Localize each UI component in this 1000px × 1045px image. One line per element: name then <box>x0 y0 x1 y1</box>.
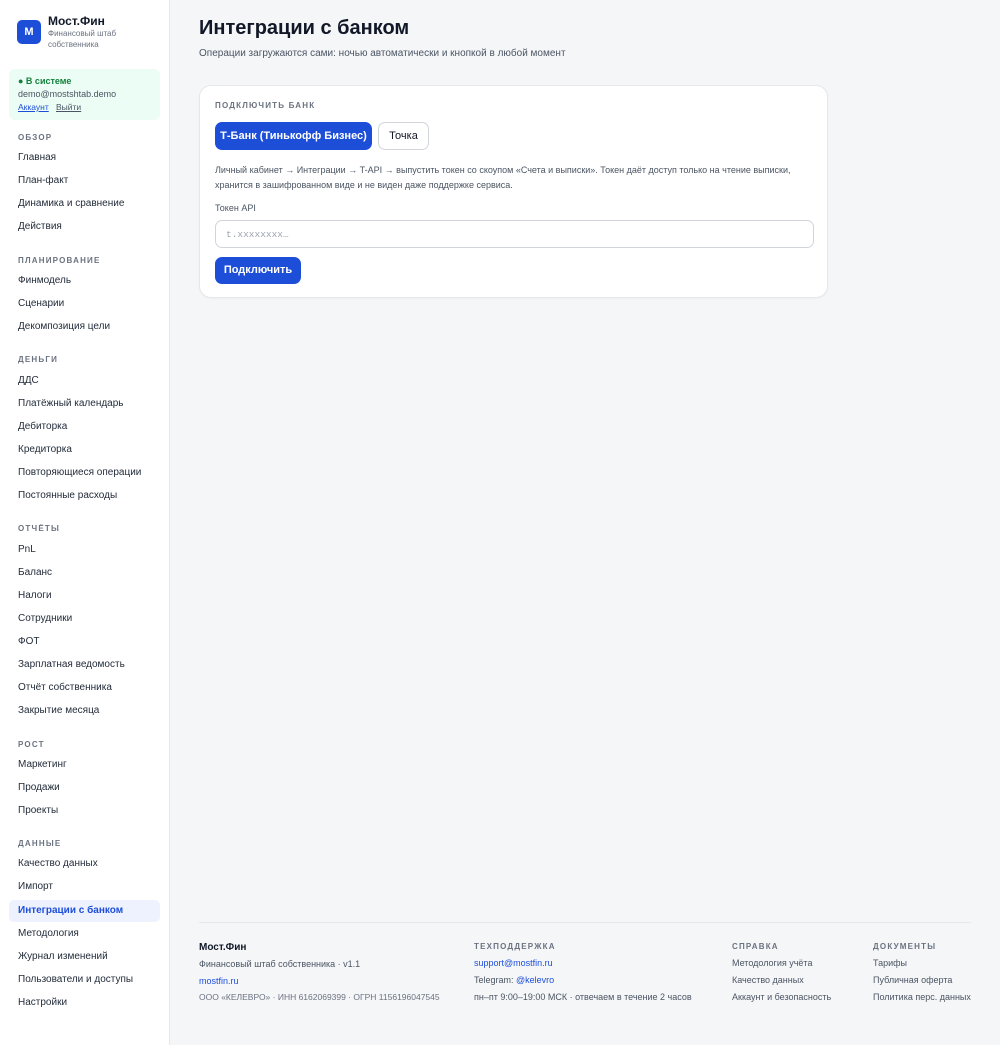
connect-bank-card: ПОДКЛЮЧИТЬ БАНК Т-Банк (Тинькофф Бизнес)… <box>199 85 828 298</box>
sidebar-item-bank-integrations[interactable]: Интеграции с банком <box>9 900 160 922</box>
page-title: Интеграции с банком <box>199 17 410 39</box>
nav-section-planning: ПЛАНИРОВАНИЕ <box>18 256 101 265</box>
connect-instructions: Личный кабинет → Интеграции → T-API → вы… <box>215 165 791 190</box>
footer-site-link[interactable]: mostfin.ru <box>199 976 239 986</box>
sidebar-item-payment-calendar[interactable]: Платёжный календарь <box>9 393 160 415</box>
docs-link-offer[interactable]: Публичная оферта <box>873 975 952 985</box>
sidebar-item-pnl[interactable]: PnL <box>9 539 160 561</box>
brand[interactable]: M Мост.Фин Финансовый штаб собственника <box>17 14 167 54</box>
bank-option-tochka[interactable]: Точка <box>378 122 429 150</box>
logout-link[interactable]: Выйти <box>56 102 81 112</box>
telegram-link[interactable]: @kelevro <box>516 975 554 985</box>
support-hours: пн–пт 9:00–19:00 МСК · отвечаем в течени… <box>474 992 692 1002</box>
brand-logo: M <box>17 20 41 44</box>
connect-button[interactable]: Подключить <box>215 257 301 284</box>
sidebar-item-settings[interactable]: Настройки <box>9 992 160 1014</box>
telegram-label: Telegram: <box>474 975 514 985</box>
sidebar-item-projects[interactable]: Проекты <box>9 800 160 822</box>
nav-section-growth: РОСТ <box>18 740 45 749</box>
brand-name: Мост.Фин <box>48 14 105 28</box>
footer-help-title: СПРАВКА <box>732 942 779 951</box>
footer-docs-title: ДОКУМЕНТЫ <box>873 942 937 951</box>
sidebar-item-month-close[interactable]: Закрытие месяца <box>9 700 160 722</box>
connect-bank-label: ПОДКЛЮЧИТЬ БАНК <box>215 101 316 110</box>
sidebar-item-dds[interactable]: ДДС <box>9 370 160 392</box>
sidebar-item-fixed-costs[interactable]: Постоянные расходы <box>9 485 160 507</box>
sidebar-item-dynamics[interactable]: Динамика и сравнение <box>9 193 160 215</box>
sidebar-item-recurring-ops[interactable]: Повторяющиеся операции <box>9 462 160 484</box>
sidebar-item-scenarios[interactable]: Сценарии <box>9 293 160 315</box>
account-link[interactable]: Аккаунт <box>18 102 49 112</box>
session-email: demo@mostshtab.demo <box>18 89 117 99</box>
nav-section-money: ДЕНЬГИ <box>18 355 59 364</box>
nav-section-overview: ОБЗОР <box>18 133 53 142</box>
bank-option-tbank[interactable]: Т-Банк (Тинькофф Бизнес) <box>215 122 372 150</box>
page-subtitle: Операции загружаются сами: ночью автомат… <box>199 48 566 59</box>
sidebar-item-payroll[interactable]: Зарплатная ведомость <box>9 654 160 676</box>
sidebar-item-methodology[interactable]: Методология <box>9 923 160 945</box>
sidebar-item-actions[interactable]: Действия <box>9 216 160 238</box>
sidebar-item-data-quality[interactable]: Качество данных <box>9 853 160 875</box>
sidebar-item-finmodel[interactable]: Финмодель <box>9 270 160 292</box>
footer-support-title: ТЕХПОДДЕРЖКА <box>474 942 556 951</box>
docs-link-tariffs[interactable]: Тарифы <box>873 958 907 968</box>
footer-legal: ООО «КЕЛЕВРО» · ИНН 6162069399 · ОГРН 11… <box>199 992 440 1002</box>
sidebar-item-balance[interactable]: Баланс <box>9 562 160 584</box>
sidebar-item-owner-report[interactable]: Отчёт собственника <box>9 677 160 699</box>
nav-section-data: ДАННЫЕ <box>18 839 62 848</box>
session-status: ● В системе <box>18 76 72 86</box>
sidebar-item-users-access[interactable]: Пользователи и доступы <box>9 969 160 991</box>
nav-section-reports: ОТЧЁТЫ <box>18 524 61 533</box>
sidebar-item-import[interactable]: Импорт <box>9 876 160 898</box>
token-label: Токен API <box>215 203 256 213</box>
sidebar-item-plan-fact[interactable]: План-факт <box>9 170 160 192</box>
token-input[interactable] <box>215 220 814 248</box>
session-box: ● В системе demo@mostshtab.demo Аккаунт … <box>9 69 160 120</box>
help-link-account-security[interactable]: Аккаунт и безопасность <box>732 992 831 1002</box>
support-telegram: Telegram: @kelevro <box>474 975 554 985</box>
footer-brand: Мост.Фин <box>199 942 247 953</box>
docs-link-privacy[interactable]: Политика перс. данных <box>873 992 971 1002</box>
sidebar-item-employees[interactable]: Сотрудники <box>9 608 160 630</box>
sidebar-item-payables[interactable]: Кредиторка <box>9 439 160 461</box>
help-link-data-quality[interactable]: Качество данных <box>732 975 804 985</box>
sidebar: M Мост.Фин Финансовый штаб собственника … <box>0 0 170 1045</box>
support-email-link[interactable]: support@mostfin.ru <box>474 958 553 968</box>
sidebar-item-sales[interactable]: Продажи <box>9 777 160 799</box>
footer-tagline: Финансовый штаб собственника · v1.1 <box>199 959 361 969</box>
sidebar-item-marketing[interactable]: Маркетинг <box>9 754 160 776</box>
sidebar-item-changelog[interactable]: Журнал изменений <box>9 946 160 968</box>
sidebar-item-home[interactable]: Главная <box>9 147 160 169</box>
sidebar-item-receivables[interactable]: Дебиторка <box>9 416 160 438</box>
brand-tagline: Финансовый штаб собственника <box>48 29 117 49</box>
sidebar-item-fot[interactable]: ФОТ <box>9 631 160 653</box>
help-link-methodology[interactable]: Методология учёта <box>732 958 812 968</box>
footer-divider <box>199 922 971 923</box>
sidebar-item-taxes[interactable]: Налоги <box>9 585 160 607</box>
sidebar-item-goal-decomposition[interactable]: Декомпозиция цели <box>9 316 160 338</box>
